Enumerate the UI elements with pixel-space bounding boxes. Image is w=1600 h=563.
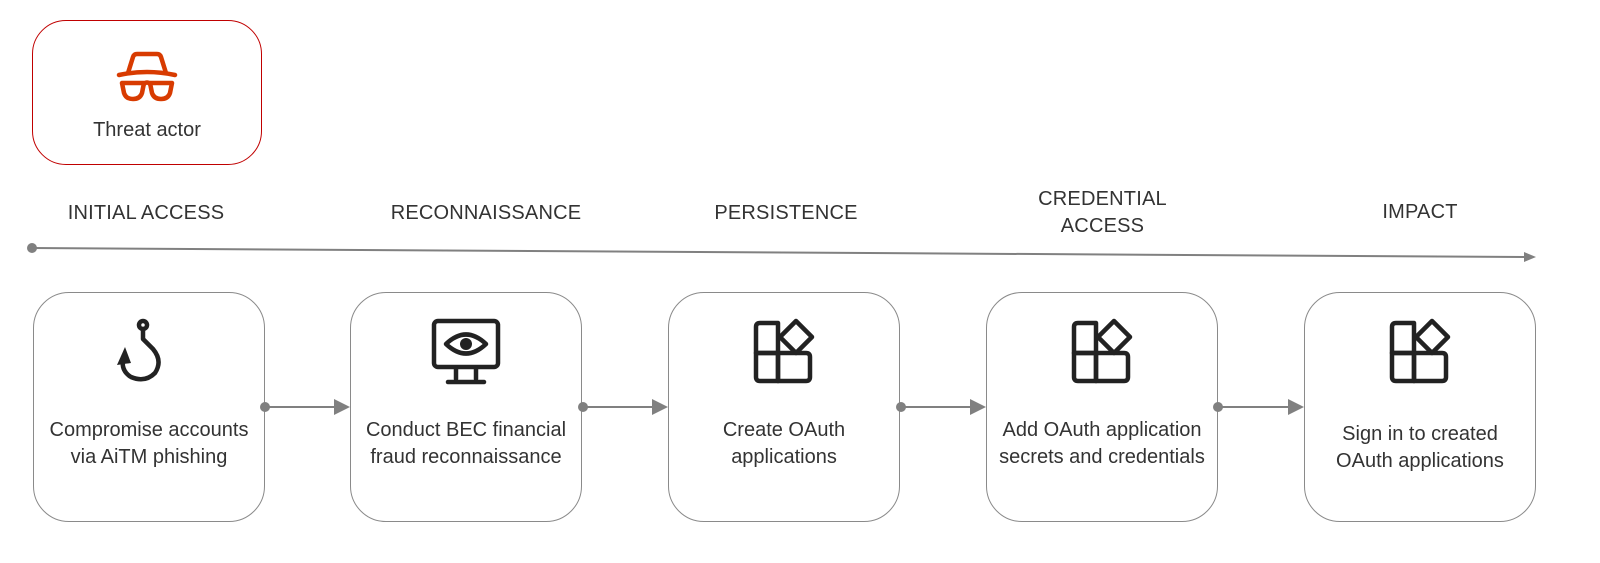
step-create-oauth: Create OAuth applications [668,292,900,522]
step-add-oauth-secrets: Add OAuth application secrets and creden… [986,292,1218,522]
step-label: Conduct BEC financial fraud reconnaissan… [365,419,567,468]
app-grid-icon [1071,318,1133,384]
step-compromise-accounts: Compromise accounts via AiTM phishing [33,292,265,522]
app-grid-icon [753,318,815,384]
step-sign-in-oauth: Sign in to created OAuth applications [1304,292,1536,522]
step-label: Create OAuth applications [722,419,846,468]
step-bec-reconnaissance: Conduct BEC financial fraud reconnaissan… [350,292,582,522]
timeline-arrowhead [1524,252,1536,262]
step-label: Compromise accounts via AiTM phishing [49,419,249,468]
monitor-eye-icon [431,318,501,385]
step-label: Add OAuth application secrets and creden… [999,419,1205,468]
fishing-hook-icon [117,318,161,382]
step-label: Sign in to created OAuth applications [1336,423,1504,472]
app-grid-icon [1389,318,1451,384]
timeline-line [31,247,1525,258]
